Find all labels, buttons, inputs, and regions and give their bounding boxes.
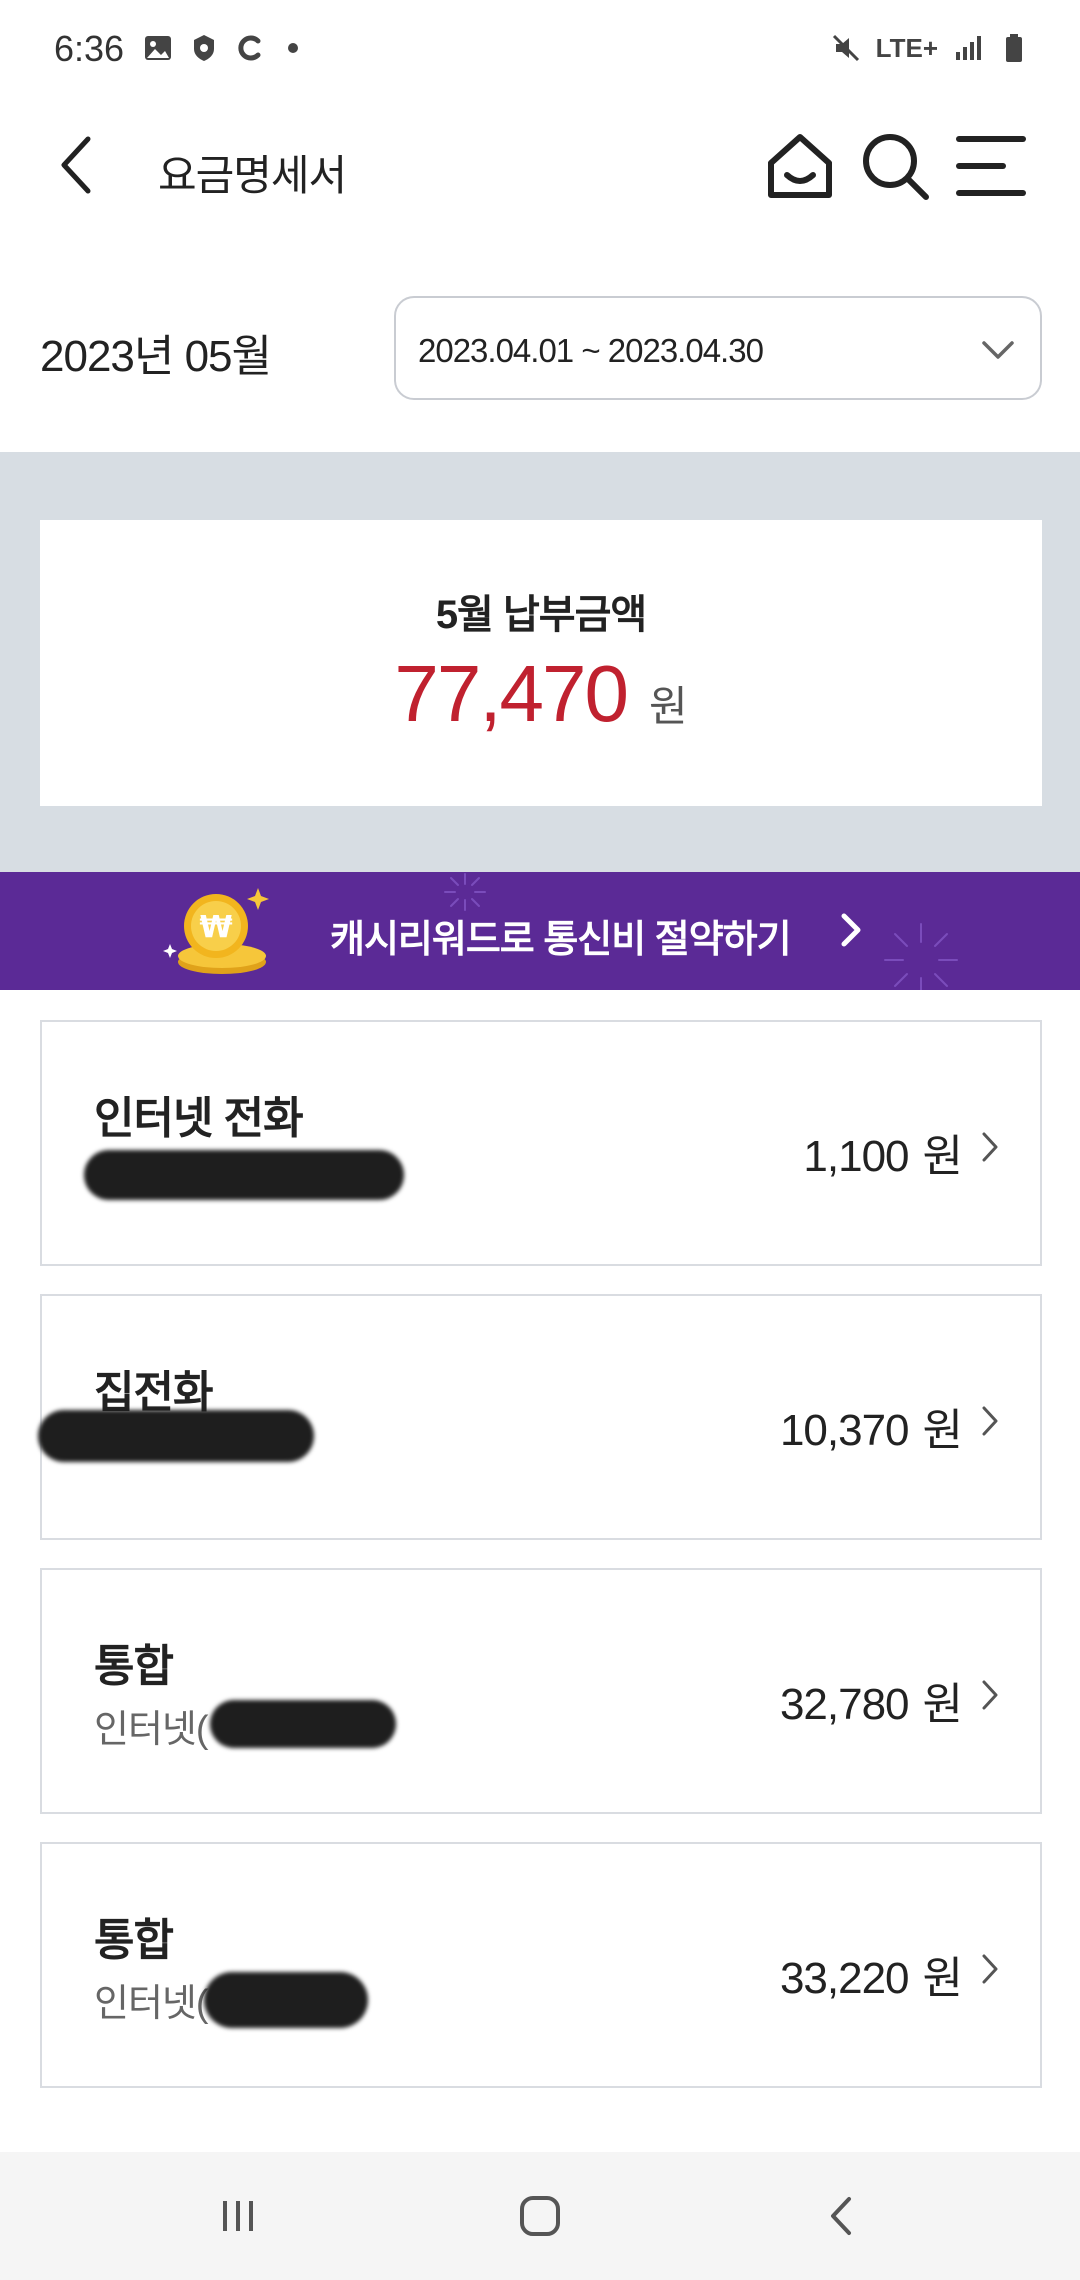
fireworks-icon xyxy=(884,923,958,990)
menu-icon xyxy=(956,136,1026,196)
back-button-icon xyxy=(831,2197,851,2235)
home-icon xyxy=(768,134,832,198)
period-select[interactable]: 2023.04.01 ~ 2023.04.30 xyxy=(394,296,1042,400)
item-amount: 1,100 원 xyxy=(803,1132,963,1181)
status-time: 6:36 xyxy=(54,28,125,69)
bill-item[interactable]: 통합 인터넷( 33,220 원 xyxy=(40,1842,1042,2088)
summary-amount: 77,470 xyxy=(394,649,629,738)
status-bar: 6:36 LTE+ xyxy=(0,0,1080,100)
summary-section: 5월 납부금액 77,470 원 xyxy=(0,452,1080,872)
dot-icon xyxy=(288,43,298,53)
lte-icon: LTE+ xyxy=(875,32,938,63)
item-title: 인터넷 전화 xyxy=(94,1094,304,1143)
back-nav-button[interactable] xyxy=(802,2176,882,2256)
app-header: 요금명세서 xyxy=(0,110,1080,220)
recent-apps-icon xyxy=(223,2201,253,2231)
item-amount: 33,220 원 xyxy=(779,1954,963,2003)
back-button[interactable] xyxy=(46,130,106,200)
summary-label: 5월 납부금액 xyxy=(435,593,647,637)
coin-icon: ₩ xyxy=(163,888,269,974)
search-icon xyxy=(863,134,929,200)
c-app-icon xyxy=(238,35,261,61)
item-amount: 32,780 원 xyxy=(779,1680,963,1729)
fireworks-icon xyxy=(444,873,486,911)
menu-button[interactable] xyxy=(950,126,1030,206)
redacted-mark xyxy=(84,1150,404,1200)
recent-apps-button[interactable] xyxy=(198,2176,278,2256)
chevron-right-icon xyxy=(982,1680,998,1710)
chevron-right-icon xyxy=(982,1406,998,1436)
period-select-value: 2023.04.01 ~ 2023.04.30 xyxy=(418,332,764,369)
summary-amount-row: 77,470 원 xyxy=(40,648,1042,740)
page-title: 요금명세서 xyxy=(158,152,347,199)
bill-item[interactable]: 인터넷 전화 1,100 원 xyxy=(40,1020,1042,1266)
svg-text:₩: ₩ xyxy=(199,910,232,945)
item-subtitle: 인터넷( xyxy=(94,1983,209,2025)
redacted-mark xyxy=(38,1410,314,1462)
item-subtitle: 인터넷( xyxy=(94,1709,209,1751)
period-row: 2023년 05월 2023.04.01 ~ 2023.04.30 xyxy=(0,290,1080,410)
item-amount: 10,370 원 xyxy=(779,1406,963,1455)
bill-item[interactable]: 집전화 10,370 원 xyxy=(38,1294,1042,1540)
item-title: 통합 xyxy=(94,1642,174,1691)
chevron-right-icon xyxy=(982,1954,998,1984)
signal-icon xyxy=(956,36,981,60)
home-button[interactable] xyxy=(760,126,840,206)
redacted-mark xyxy=(210,1700,396,1748)
summary-card: 5월 납부금액 77,470 원 xyxy=(40,520,1042,806)
mute-icon xyxy=(832,34,859,62)
chevron-right-icon xyxy=(841,913,861,947)
bill-month: 2023년 05월 xyxy=(40,332,272,381)
summary-unit: 원 xyxy=(649,683,688,730)
shield-icon xyxy=(194,35,214,61)
back-icon xyxy=(61,136,91,194)
promo-text: 캐시리워드로 통신비 절약하기 xyxy=(330,919,792,961)
home-nav-button[interactable] xyxy=(500,2176,580,2256)
battery-icon xyxy=(1006,34,1022,62)
nav-bar xyxy=(0,2152,1080,2280)
home-button-icon xyxy=(520,2196,560,2236)
promo-banner[interactable]: ₩ 캐시리워드로 통신비 절약하기 xyxy=(0,872,1080,990)
search-button[interactable] xyxy=(855,126,935,206)
chevron-down-icon xyxy=(982,341,1014,359)
item-title: 통합 xyxy=(94,1916,174,1965)
gallery-icon xyxy=(145,36,171,60)
status-left-icons xyxy=(142,32,298,64)
chevron-right-icon xyxy=(982,1132,998,1162)
status-right-icons: LTE+ xyxy=(830,32,1030,64)
redacted-mark xyxy=(204,1972,368,2028)
bill-item[interactable]: 통합 인터넷( 32,780 원 xyxy=(40,1568,1042,1814)
